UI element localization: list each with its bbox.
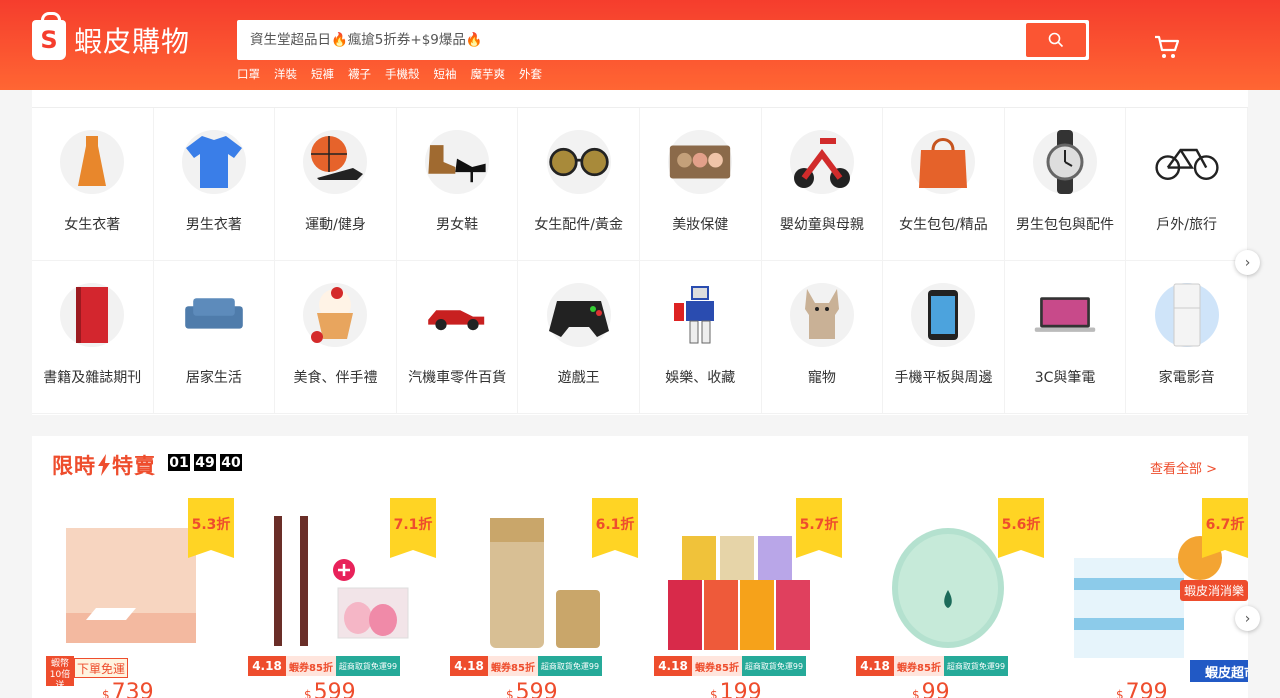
free-shipping-tag: 下單免運	[74, 658, 128, 678]
store-tag: 蝦皮超市	[1190, 660, 1248, 682]
basketball-icon	[311, 136, 364, 180]
search-icon	[1048, 32, 1064, 48]
category-item[interactable]: 運動/健身	[275, 108, 397, 261]
discount-badge: 5.3折	[188, 498, 234, 558]
category-item[interactable]: 女生衣著	[32, 108, 154, 261]
shoes-icon	[428, 145, 486, 183]
chevron-right-icon: ›	[1244, 610, 1251, 627]
flash-product-card[interactable]: 7.1折 4.18 蝦券85折 超商取貨免運99 $599	[248, 498, 436, 698]
handbag-icon	[919, 138, 968, 188]
sofa-icon	[185, 298, 243, 329]
bicycle-icon	[1155, 148, 1219, 180]
hot-word[interactable]: 口罩	[237, 66, 260, 82]
category-item[interactable]: 女生包包/精品	[883, 108, 1005, 261]
discount-badge: 6.1折	[592, 498, 638, 558]
category-item[interactable]: 娛樂、收藏	[639, 261, 762, 414]
product-price: $799	[1116, 680, 1168, 698]
product-price: $199	[710, 680, 762, 698]
category-item[interactable]: 手機平板與周邊	[883, 261, 1005, 414]
product-price: $739	[102, 680, 154, 698]
category-item[interactable]: 書籍及雜誌期刊	[32, 261, 154, 414]
hot-word[interactable]: 手機殼	[385, 66, 420, 82]
category-item[interactable]: 女生配件/黃金	[518, 108, 640, 261]
category-item[interactable]: 汽機車零件百貨	[396, 261, 519, 414]
cart-button[interactable]	[1152, 32, 1182, 62]
hot-word[interactable]: 外套	[519, 66, 542, 82]
search-bar	[237, 20, 1089, 60]
tricycle-icon	[793, 138, 850, 188]
shopping-bag-icon: S	[32, 12, 66, 60]
category-item[interactable]: 男生包包與配件	[1004, 108, 1127, 261]
gamepad-icon	[548, 301, 609, 337]
category-item[interactable]: 家電影音	[1126, 261, 1248, 414]
category-item[interactable]: 寵物	[761, 261, 884, 414]
product-price: $99	[912, 680, 950, 698]
phone-icon	[928, 290, 959, 340]
flash-product-card[interactable]: 5.6折 4.18 蝦券85折 超商取貨免運99 $99	[856, 498, 1044, 698]
hot-search-words: 口罩 洋裝 短褲 襪子 手機殼 短袖 魔芋爽 外套	[237, 66, 542, 82]
eyeshadow-icon	[670, 145, 731, 179]
game-promo-label: 蝦皮消消樂	[1180, 580, 1248, 601]
flash-product-card[interactable]: 6.7折 蝦皮消消樂 蝦皮超市 $799	[1060, 498, 1248, 698]
flash-product-card[interactable]: 5.3折 蝦幣10倍送 下單免運 $739	[46, 498, 234, 698]
shopee-logo[interactable]: S 蝦皮購物	[32, 12, 191, 60]
flash-product-card[interactable]: 6.1折 4.18 蝦券85折 超商取貨免運99 $599	[450, 498, 638, 698]
dog-icon	[804, 289, 839, 339]
robot-figure-icon	[674, 286, 715, 344]
sunglasses-icon	[548, 147, 609, 177]
discount-badge: 5.7折	[796, 498, 842, 558]
hot-word[interactable]: 魔芋爽	[471, 66, 506, 82]
category-item[interactable]: 嬰幼童與母親	[761, 108, 884, 261]
discount-badge: 7.1折	[390, 498, 436, 558]
timer-hours: 01	[168, 454, 190, 471]
lightning-icon	[98, 454, 110, 476]
category-item[interactable]: 居家生活	[153, 261, 276, 414]
flash-sale-title: 限時 特賣	[52, 454, 156, 478]
cart-icon	[1155, 35, 1180, 58]
category-next-button[interactable]: ›	[1235, 250, 1260, 275]
laptop-icon	[1034, 297, 1096, 332]
search-button[interactable]	[1026, 23, 1086, 57]
hot-word[interactable]: 襪子	[348, 66, 371, 82]
tshirt-icon	[185, 136, 242, 188]
header: S 蝦皮購物 口罩 洋裝 短褲 襪子 手機殼 短袖 魔芋爽 外套	[0, 0, 1280, 90]
fridge-icon	[1173, 283, 1201, 347]
product-price: $599	[506, 680, 558, 698]
hot-word[interactable]: 短褲	[311, 66, 334, 82]
cupcake-icon	[311, 287, 354, 343]
hot-word[interactable]: 短袖	[434, 66, 457, 82]
category-grid: 女生衣著 男生衣著 運動/健身 男女鞋 女生配件/黃金 美妝保健 嬰幼童與母親	[32, 108, 1248, 414]
product-price: $599	[304, 680, 356, 698]
car-icon	[428, 310, 485, 331]
flash-sale-panel: 限時 特賣 01 49 40 查看全部 > 5.3折 蝦幣10倍送 下單免運 $…	[32, 436, 1248, 698]
flash-sale-next-button[interactable]: ›	[1235, 606, 1260, 631]
chevron-right-icon: ›	[1244, 254, 1251, 271]
timer-seconds: 40	[220, 454, 242, 471]
category-item[interactable]: 男生衣著	[153, 108, 276, 261]
view-all-link[interactable]: 查看全部 >	[1150, 458, 1217, 477]
category-item[interactable]: 男女鞋	[396, 108, 519, 261]
discount-badge: 5.6折	[998, 498, 1044, 558]
countdown-timer: 01 49 40	[168, 454, 242, 471]
logo-text: 蝦皮購物	[74, 25, 191, 58]
search-input[interactable]	[240, 23, 1026, 57]
category-panel: 女生衣著 男生衣著 運動/健身 男女鞋 女生配件/黃金 美妝保健 嬰幼童與母親	[32, 90, 1248, 415]
flash-product-card[interactable]: 5.7折 4.18 蝦券85折 超商取貨免運99 $199	[654, 498, 842, 698]
category-item[interactable]: 戶外/旅行	[1126, 108, 1248, 261]
coin-tag: 蝦幣10倍送	[46, 656, 74, 691]
watch-icon	[1046, 130, 1084, 194]
dress-icon	[78, 136, 107, 186]
discount-badge: 6.7折	[1202, 498, 1248, 558]
hot-word[interactable]: 洋裝	[274, 66, 297, 82]
book-icon	[76, 287, 109, 343]
category-item[interactable]: 遊戲王	[518, 261, 640, 414]
category-item[interactable]: 美食、伴手禮	[275, 261, 397, 414]
category-item[interactable]: 3C與筆電	[1004, 261, 1127, 414]
category-item[interactable]: 美妝保健	[639, 108, 762, 261]
timer-minutes: 49	[194, 454, 216, 471]
